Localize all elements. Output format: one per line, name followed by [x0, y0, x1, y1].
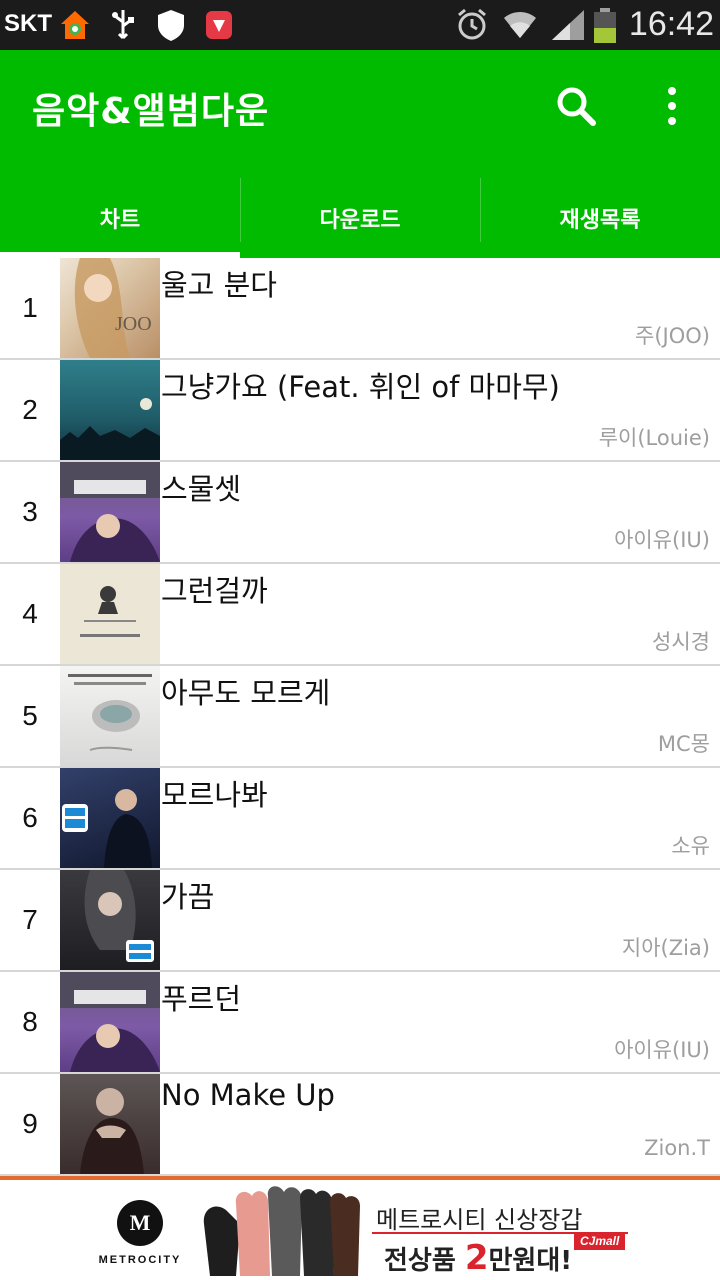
- list-item[interactable]: 5 아무도 모르게 MC몽: [0, 666, 720, 768]
- album-art: [60, 768, 160, 868]
- list-item[interactable]: 6 모르나봐 소유: [0, 768, 720, 870]
- song-title: No Make Up: [161, 1078, 335, 1112]
- brand-name: METROCITY: [98, 1254, 182, 1266]
- list-item[interactable]: 2 그냥가요 (Feat. 휘인 of 마마무) 루이(Louie): [0, 360, 720, 462]
- album-art: [60, 870, 160, 970]
- list-item[interactable]: 4 그런걸까 성시경: [0, 564, 720, 666]
- list-item[interactable]: 3 스물셋 아이유(IU): [0, 462, 720, 564]
- artist-name: Zion.T: [644, 1136, 710, 1160]
- song-title: 스물셋: [161, 472, 242, 506]
- list-item[interactable]: 1 JOO 울고 분다 주(JOO): [0, 258, 720, 360]
- brand-logo: M METROCITY: [92, 1200, 188, 1266]
- app-bar: 음악&앨범다운 차트 다운로드 재생목록: [0, 50, 720, 258]
- clock: 16:42: [628, 5, 714, 43]
- artist-name: 루이(Louie): [598, 426, 710, 450]
- song-title: 그냥가요 (Feat. 휘인 of 마마무): [161, 370, 560, 404]
- album-art: [60, 666, 160, 766]
- artist-name: 지아(Zia): [621, 936, 710, 960]
- ad-subline-suffix: 만원대!: [488, 1246, 573, 1276]
- page-title: 음악&앨범다운: [32, 91, 270, 132]
- rank-number: 7: [22, 904, 38, 935]
- cjmall-badge: CJmall: [574, 1232, 626, 1250]
- artist-name: 성시경: [652, 630, 710, 654]
- artist-name: MC몽: [657, 732, 710, 756]
- ad-headline: 메트로시티 신상장갑: [376, 1206, 583, 1234]
- search-icon: [557, 87, 596, 126]
- tab-chart[interactable]: 차트: [0, 178, 240, 258]
- signal-icon: [550, 8, 586, 46]
- more-vertical-icon: [668, 87, 676, 125]
- song-title: 아무도 모르게: [161, 676, 331, 710]
- list-item[interactable]: 7 가끔 지아(Zia): [0, 870, 720, 972]
- song-title: 푸르던: [161, 982, 242, 1016]
- artist-name: 아이유(IU): [614, 1038, 710, 1062]
- artist-name: 주(JOO): [635, 324, 710, 348]
- list-item[interactable]: 9 No Make Up Zion.T: [0, 1074, 720, 1176]
- album-art: [60, 564, 160, 664]
- song-title: 가끔: [161, 880, 215, 914]
- shield-icon: [156, 8, 186, 46]
- artist-name: 아이유(IU): [614, 528, 710, 552]
- metrocity-logo-icon: M: [117, 1200, 163, 1246]
- tab-playlist[interactable]: 재생목록: [480, 178, 720, 258]
- ad-banner[interactable]: M METROCITY 메트로시티 신상장갑 전상품 2만원대! CJmall: [0, 1176, 720, 1280]
- overflow-menu-button[interactable]: [658, 86, 686, 126]
- tab-bar: 차트 다운로드 재생목록: [0, 178, 720, 258]
- album-art: [60, 972, 160, 1072]
- ad-subline-number: 2: [464, 1238, 489, 1278]
- rank-number: 9: [22, 1108, 38, 1139]
- status-bar: SKT 16:42: [0, 0, 720, 50]
- rank-number: 6: [22, 802, 38, 833]
- ad-subline-prefix: 전상품: [384, 1246, 465, 1276]
- svg-text:JOO: JOO: [115, 313, 152, 335]
- chart-list: 1 JOO 울고 분다 주(JOO) 2 그냥가요 (Feat. 휘인 of 마…: [0, 258, 720, 1176]
- app-notification-icon: [204, 8, 234, 46]
- usb-icon: [110, 8, 136, 46]
- rank-number: 2: [22, 394, 38, 425]
- ad-subline: 전상품 2만원대!: [384, 1238, 572, 1278]
- song-title: 그런걸까: [161, 574, 268, 608]
- album-art: [60, 462, 160, 562]
- list-item[interactable]: 8 푸르던 아이유(IU): [0, 972, 720, 1074]
- rank-number: 5: [22, 700, 38, 731]
- album-art: [60, 360, 160, 460]
- rank-number: 8: [22, 1006, 38, 1037]
- rank-number: 3: [22, 496, 38, 527]
- album-art: [60, 1074, 160, 1174]
- song-title: 모르나봐: [161, 778, 268, 812]
- carrier-label: SKT: [4, 10, 52, 37]
- battery-icon: [592, 8, 618, 48]
- search-button[interactable]: [554, 84, 598, 128]
- rank-number: 1: [22, 292, 38, 323]
- gloves-image: [203, 1186, 360, 1276]
- song-title: 울고 분다: [161, 268, 277, 302]
- rank-number: 4: [22, 598, 38, 629]
- artist-name: 소유: [671, 834, 710, 858]
- home-launcher-icon: [58, 8, 92, 46]
- wifi-icon: [502, 8, 538, 46]
- album-art: JOO: [60, 258, 160, 358]
- tab-download[interactable]: 다운로드: [240, 178, 480, 258]
- alarm-icon: [456, 8, 488, 46]
